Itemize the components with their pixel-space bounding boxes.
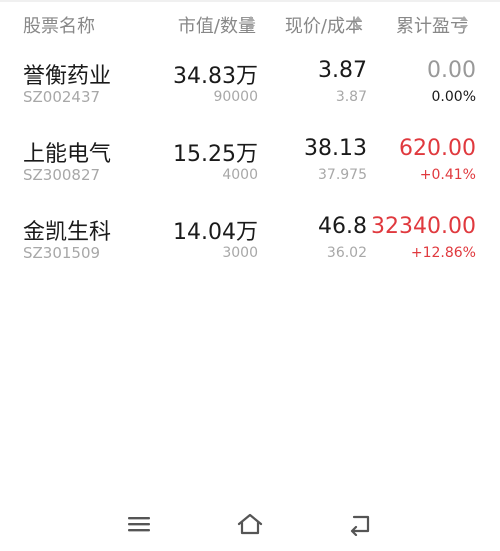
stock-code: SZ300827	[23, 166, 101, 184]
cumulative-profit-percent: 0.00%	[431, 89, 476, 105]
holding-row[interactable]: 上能电气 SZ300827 15.25万 4000 38.13 37.975 6…	[0, 130, 500, 208]
header-price-cost[interactable]: 现价/成本	[285, 12, 363, 38]
cumulative-profit-percent: +12.86%	[410, 245, 476, 261]
cost-price: 37.975	[318, 167, 367, 183]
stock-name: 金凯生科	[23, 220, 112, 245]
cost-price: 3.87	[335, 89, 367, 105]
menu-button[interactable]	[123, 508, 155, 540]
cumulative-profit-percent: +0.41%	[419, 167, 476, 183]
system-navigation-bar	[0, 500, 500, 551]
home-button[interactable]	[234, 508, 266, 540]
market-value: 34.83万	[173, 64, 258, 89]
sort-icon[interactable]	[354, 16, 362, 30]
current-price: 38.13	[304, 136, 367, 161]
cumulative-profit: 32340.00	[371, 214, 476, 239]
market-value: 14.04万	[173, 220, 258, 245]
stock-name: 誉衡药业	[23, 64, 112, 89]
market-value: 15.25万	[173, 142, 258, 167]
cumulative-profit: 620.00	[399, 136, 476, 161]
header-cumulative-profit[interactable]: 累计盈亏	[396, 12, 468, 38]
cumulative-profit: 0.00	[427, 58, 476, 83]
holdings-header: 股票名称 市值/数量 现价/成本 累计盈亏	[0, 0, 500, 48]
quantity: 90000	[213, 89, 258, 105]
sort-icon[interactable]	[247, 16, 255, 30]
cost-price: 36.02	[326, 245, 367, 261]
header-stock-name: 股票名称	[23, 16, 95, 37]
holding-row[interactable]: 金凯生科 SZ301509 14.04万 3000 46.8 36.02 323…	[0, 208, 500, 286]
back-icon	[350, 515, 370, 536]
stock-name: 上能电气	[23, 142, 112, 167]
back-button[interactable]	[345, 508, 377, 540]
current-price: 46.8	[318, 214, 367, 239]
header-market-value-quantity[interactable]: 市值/数量	[178, 12, 256, 38]
menu-icon	[128, 517, 150, 532]
home-icon	[237, 513, 263, 535]
sort-icon[interactable]	[460, 16, 468, 30]
holding-row[interactable]: 誉衡药业 SZ002437 34.83万 90000 3.87 3.87 0.0…	[0, 52, 500, 130]
stock-code: SZ301509	[23, 244, 101, 262]
quantity: 4000	[222, 167, 258, 183]
current-price: 3.87	[318, 58, 367, 83]
stock-code: SZ002437	[23, 88, 101, 106]
quantity: 3000	[222, 245, 258, 261]
